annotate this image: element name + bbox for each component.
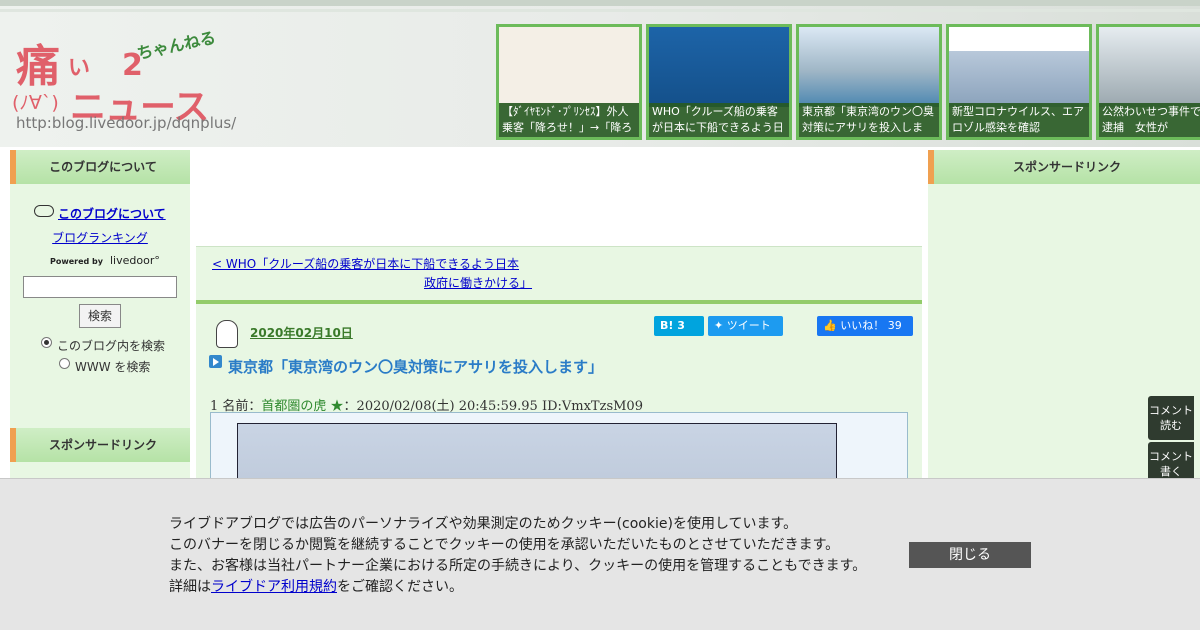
cookie-line: 詳細はライブドア利用規約をご確認ください。: [169, 577, 866, 598]
thumbnail-caption: 公然わいせつ事件でを誤認逮捕 女性が: [1099, 103, 1200, 137]
article-navigation: < WHO「クルーズ船の乗客が日本に下船できるよう日本 政府に働きかける」: [196, 246, 922, 301]
tweet-button[interactable]: ✦ ツイート: [708, 316, 783, 336]
cookie-banner: ライブドアブログでは広告のパーソナライズや効果測定のためクッキー(cookie)…: [0, 478, 1200, 630]
article-title[interactable]: 東京都「東京湾のウン〇臭対策にアサリを投入します」: [228, 356, 603, 377]
tweet-label: ツイート: [726, 319, 771, 332]
thumbnail-image: [499, 27, 639, 107]
cookie-line-prefix: 詳細は: [169, 579, 211, 595]
cookie-line: このバナーを閉じるか閲覧を継続することでクッキーの使用を承認いただいたものとさせ…: [169, 537, 840, 553]
header-stripe: [0, 9, 1200, 12]
thumbnail-card[interactable]: 【ﾀﾞｲﾔﾓﾝﾄﾞ･ﾌﾟﾘﾝｾｽ】外人乗客「降ろせ！」→「降ろさ: [496, 24, 642, 140]
featured-thumbnails: 【ﾀﾞｲﾔﾓﾝﾄﾞ･ﾌﾟﾘﾝｾｽ】外人乗客「降ろせ！」→「降ろさ WHO「クルー…: [496, 24, 1200, 140]
powered-by-label: Powered by: [50, 257, 103, 266]
about-heading: このブログについて: [10, 150, 190, 184]
prev-article-link-cont[interactable]: 政府に働きかける」: [424, 274, 532, 291]
livedoor-logo[interactable]: livedoor°: [110, 254, 160, 267]
article-date[interactable]: 2020年02月10日: [250, 324, 353, 341]
logo-url: http:blog.livedoor.jp/dqnplus/: [16, 114, 237, 132]
face-icon: [34, 205, 54, 217]
facebook-like-button[interactable]: 👍 いいね！ 39: [817, 316, 913, 336]
thumbnail-caption: WHO「クルーズ船の乗客が日本に下船できるよう日: [649, 103, 789, 137]
thumbnail-image: [799, 27, 939, 107]
thumbnail-card[interactable]: 東京都「東京湾のウン〇臭対策にアサリを投入しま: [796, 24, 942, 140]
blog-search-input[interactable]: [23, 276, 177, 298]
thumbnail-card[interactable]: 新型コロナウイルス、エアロゾル感染を確認: [946, 24, 1092, 140]
logo-face: (ﾉ∀`): [12, 92, 59, 114]
site-logo[interactable]: 痛 い ちゃんねる 2 (ﾉ∀`) ニュース http:blog.livedoo…: [12, 28, 236, 134]
radio-search-www-label: WWW を検索: [75, 360, 151, 374]
category-icon: [216, 320, 238, 348]
cookie-line: ライブドアブログでは広告のパーソナライズや効果測定のためクッキー(cookie)…: [169, 516, 798, 532]
thumbnail-image: [949, 27, 1089, 107]
thumbnail-caption: 【ﾀﾞｲﾔﾓﾝﾄﾞ･ﾌﾟﾘﾝｾｽ】外人乗客「降ろせ！」→「降ろさ: [499, 103, 639, 137]
left-sponsor-heading: スポンサードリンク: [10, 428, 190, 462]
radio-search-www[interactable]: [59, 358, 70, 369]
like-label: いいね！ 39: [840, 319, 902, 332]
thumbnail-caption: 新型コロナウイルス、エアロゾル感染を確認: [949, 103, 1089, 137]
cookie-close-button[interactable]: 閉じる: [909, 542, 1031, 568]
radio-search-blog-label: このブログ内を検索: [57, 339, 166, 353]
twitter-icon: ✦: [714, 319, 727, 332]
read-comments-button[interactable]: コメント読む: [1148, 396, 1194, 440]
cookie-line-suffix: をご確認ください。: [337, 579, 463, 595]
hatena-bookmark-button[interactable]: B! 3: [654, 316, 704, 336]
logo-kanji: 痛: [16, 41, 60, 92]
right-sponsor-heading: スポンサードリンク: [928, 150, 1200, 184]
thumbs-up-icon: 👍: [823, 319, 841, 332]
about-blog-link[interactable]: このブログについて: [58, 205, 166, 222]
terms-link[interactable]: ライブドア利用規約: [211, 579, 337, 595]
thumbnail-image: [1099, 27, 1200, 107]
thumbnail-image: [649, 27, 789, 107]
radio-search-blog[interactable]: [41, 337, 52, 348]
thumbnail-card[interactable]: 公然わいせつ事件でを誤認逮捕 女性が: [1096, 24, 1200, 140]
thumbnail-caption: 東京都「東京湾のウン〇臭対策にアサリを投入しま: [799, 103, 939, 137]
prev-article-link[interactable]: < WHO「クルーズ船の乗客が日本に下船できるよう日本: [212, 255, 519, 272]
cookie-text: ライブドアブログでは広告のパーソナライズや効果測定のためクッキー(cookie)…: [169, 514, 866, 598]
thumbnail-card[interactable]: WHO「クルーズ船の乗客が日本に下船できるよう日: [646, 24, 792, 140]
blog-ranking-link[interactable]: ブログランキング: [10, 229, 190, 246]
site-header: 痛 い ちゃんねる 2 (ﾉ∀`) ニュース http:blog.livedoo…: [0, 0, 1200, 147]
cookie-line: また、お客様は当社パートナー企業における所定の手続きにより、クッキーの使用を管理…: [169, 558, 867, 574]
play-icon: [209, 355, 222, 368]
logo-channel: ちゃんねる: [135, 27, 218, 64]
search-button[interactable]: 検索: [79, 304, 121, 328]
